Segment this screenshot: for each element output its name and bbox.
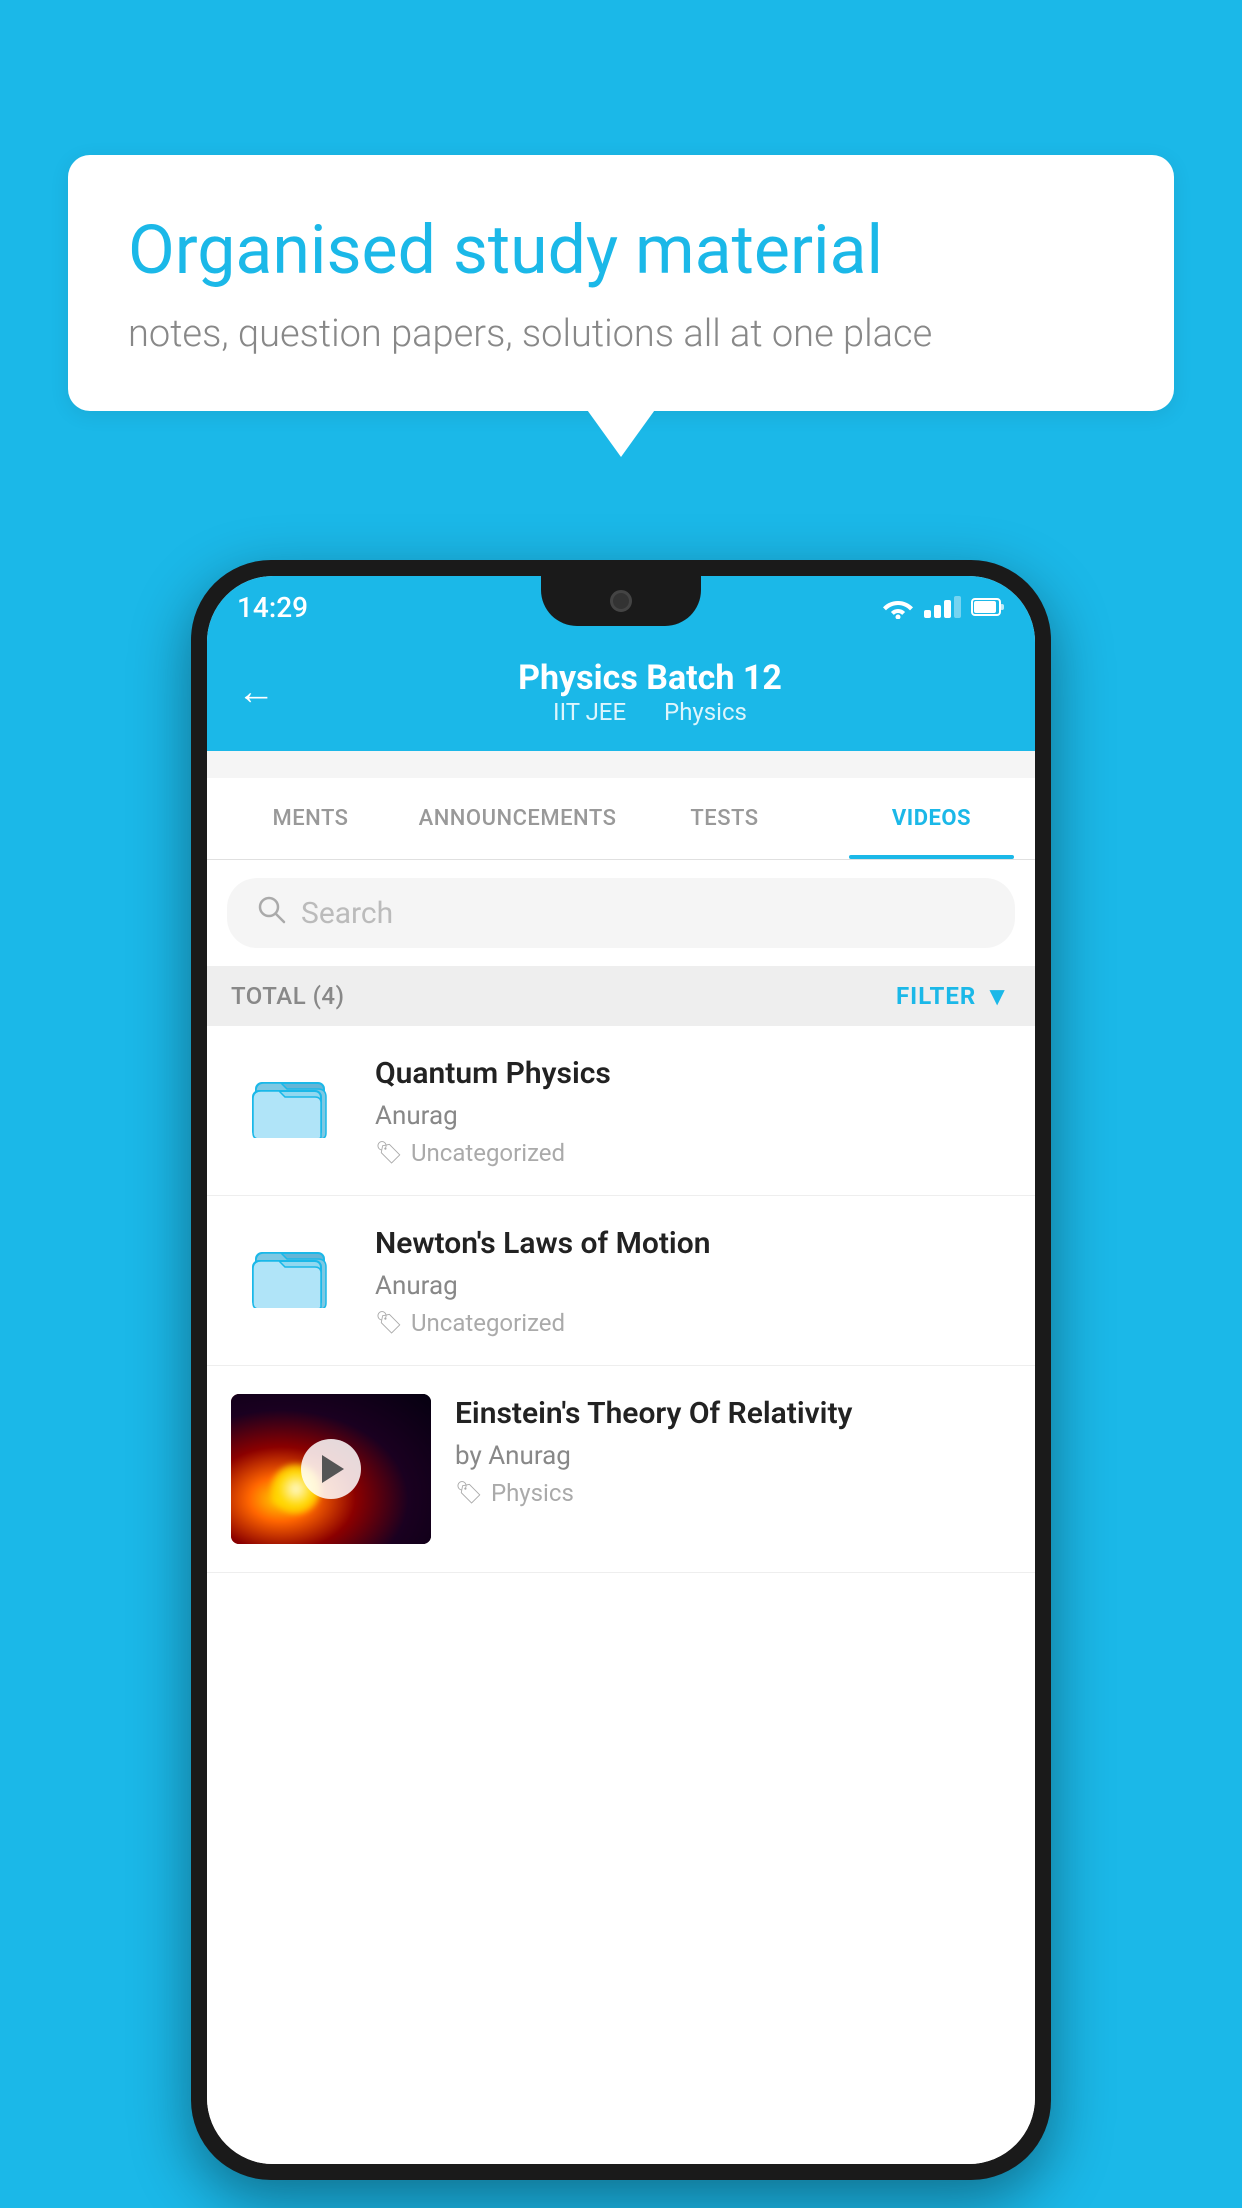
filter-button[interactable]: FILTER ▼ [896, 981, 1011, 1012]
search-bar[interactable]: Search [227, 878, 1015, 948]
notch [541, 576, 701, 626]
tag-text-1: Uncategorized [411, 1139, 565, 1167]
phone-screen: 14:29 [207, 576, 1035, 2164]
tag-text-3: Physics [491, 1479, 574, 1507]
batch-subtitle: IIT JEE Physics [295, 698, 1005, 726]
bubble-title: Organised study material [128, 210, 1114, 292]
folder-icon-2 [251, 1233, 331, 1326]
tab-tests[interactable]: TESTS [621, 778, 828, 859]
filter-funnel-icon: ▼ [984, 981, 1011, 1012]
phone-body: 14:29 [191, 560, 1051, 2180]
tab-announcements[interactable]: ANNOUNCEMENTS [414, 778, 621, 859]
total-count: TOTAL (4) [231, 982, 344, 1010]
folder-thumb-1 [231, 1054, 351, 1164]
video-tag-2: 🏷 Uncategorized [375, 1309, 1011, 1337]
search-icon [255, 893, 287, 933]
bubble-subtitle: notes, question papers, solutions all at… [128, 312, 1114, 356]
folder-thumb-2 [231, 1224, 351, 1334]
app-header: ← Physics Batch 12 IIT JEE Physics [207, 638, 1035, 751]
subtitle-part1: IIT JEE [553, 698, 626, 726]
list-item[interactable]: Newton's Laws of Motion Anurag 🏷 Uncateg… [207, 1196, 1035, 1366]
front-camera [610, 590, 632, 612]
tag-text-2: Uncategorized [411, 1309, 565, 1337]
play-triangle-icon [322, 1455, 344, 1483]
video-tag-1: 🏷 Uncategorized [375, 1139, 1011, 1167]
video-author-3: by Anurag [455, 1441, 1011, 1471]
tab-ments[interactable]: MENTS [207, 778, 414, 859]
tab-videos[interactable]: VIDEOS [828, 778, 1035, 859]
video-info-3: Einstein's Theory Of Relativity by Anura… [455, 1394, 1011, 1507]
search-placeholder: Search [301, 896, 393, 931]
video-tag-3: 🏷 Physics [455, 1479, 1011, 1507]
video-info-2: Newton's Laws of Motion Anurag 🏷 Uncateg… [375, 1224, 1011, 1337]
filter-bar: TOTAL (4) FILTER ▼ [207, 966, 1035, 1026]
phone-mockup: 14:29 [191, 560, 1051, 2180]
list-item[interactable]: Einstein's Theory Of Relativity by Anura… [207, 1366, 1035, 1573]
tag-icon-3: 🏷 [455, 1481, 483, 1506]
list-item[interactable]: Quantum Physics Anurag 🏷 Uncategorized [207, 1026, 1035, 1196]
video-list: Quantum Physics Anurag 🏷 Uncategorized [207, 1026, 1035, 2164]
status-icons [882, 595, 1005, 619]
speech-bubble-container: Organised study material notes, question… [68, 155, 1174, 411]
battery-icon [971, 597, 1005, 617]
filter-label: FILTER [896, 982, 976, 1010]
header-title-group: Physics Batch 12 IIT JEE Physics [295, 658, 1005, 726]
signal-icon [924, 596, 961, 618]
speech-bubble: Organised study material notes, question… [68, 155, 1174, 411]
play-button-3[interactable] [301, 1439, 361, 1499]
tab-bar: MENTS ANNOUNCEMENTS TESTS VIDEOS [207, 778, 1035, 860]
video-title-1: Quantum Physics [375, 1054, 1011, 1093]
tag-icon-1: 🏷 [375, 1141, 403, 1166]
video-title-2: Newton's Laws of Motion [375, 1224, 1011, 1263]
wifi-icon [882, 595, 914, 619]
search-container: Search [207, 860, 1035, 966]
video-thumbnail-3 [231, 1394, 431, 1544]
batch-title: Physics Batch 12 [295, 658, 1005, 698]
folder-icon-1 [251, 1063, 331, 1156]
video-info-1: Quantum Physics Anurag 🏷 Uncategorized [375, 1054, 1011, 1167]
tag-icon-2: 🏷 [375, 1311, 403, 1336]
video-title-3: Einstein's Theory Of Relativity [455, 1394, 1011, 1433]
video-author-2: Anurag [375, 1271, 1011, 1301]
back-button[interactable]: ← [237, 670, 275, 714]
subtitle-part2: Physics [664, 698, 747, 726]
video-author-1: Anurag [375, 1101, 1011, 1131]
status-time: 14:29 [237, 591, 308, 624]
